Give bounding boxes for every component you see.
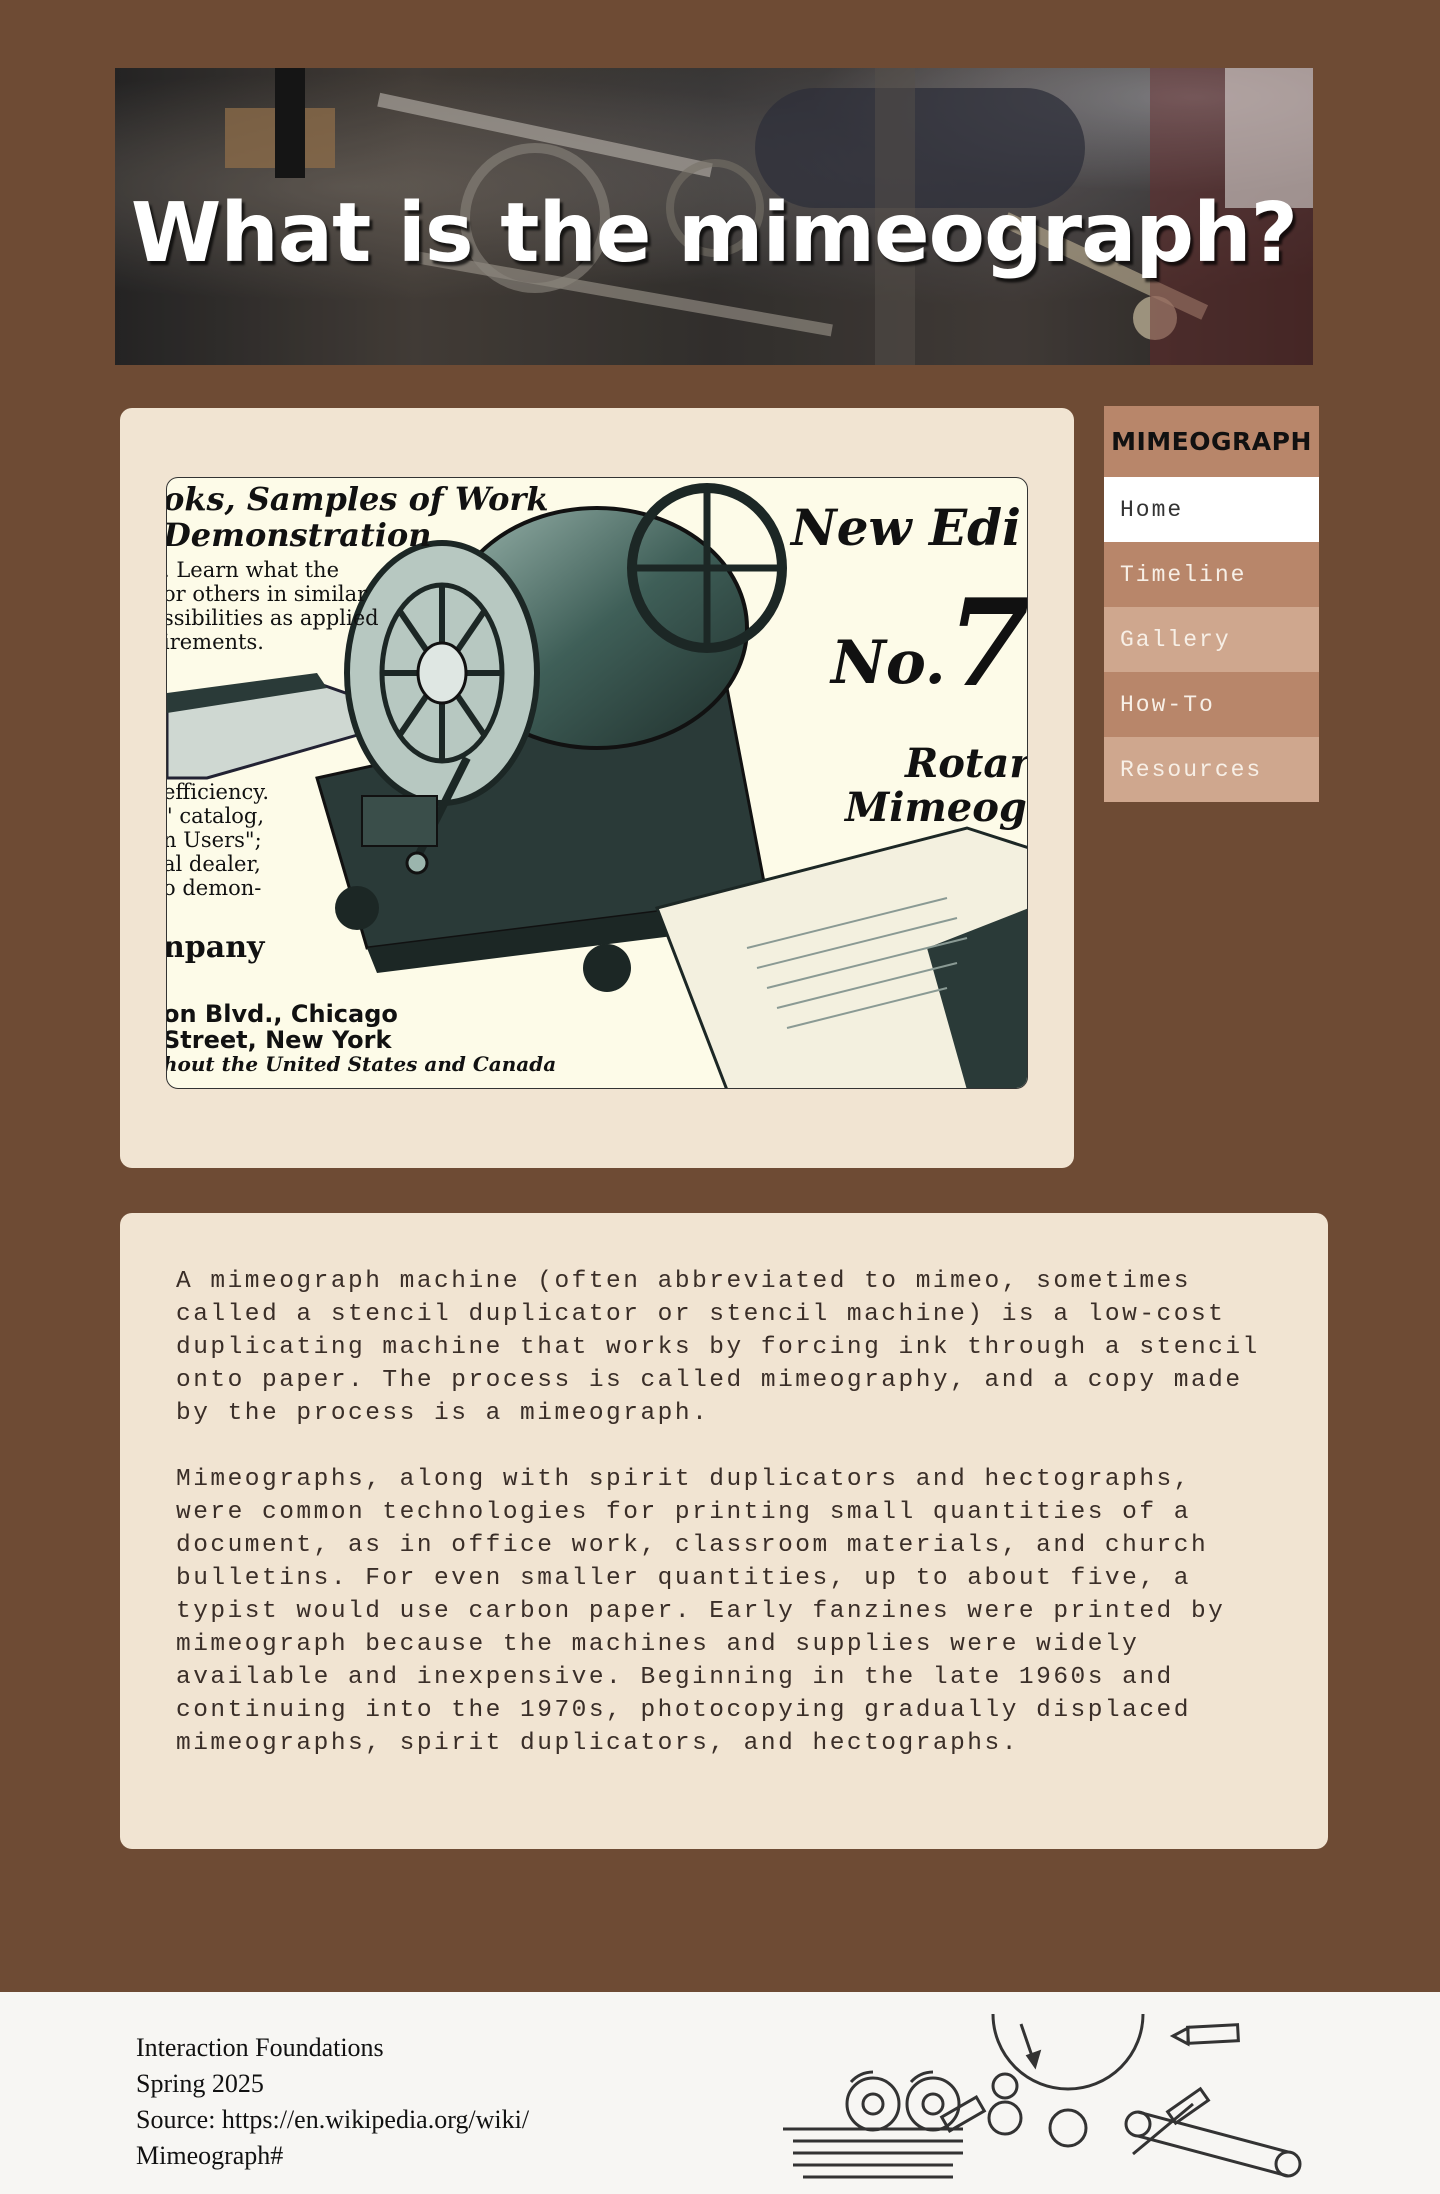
footer-source: Source: https://en.wikipedia.org/wiki/ bbox=[136, 2105, 530, 2134]
mimeograph-process-diagram bbox=[783, 2013, 1302, 2179]
ad-text-line: 7 bbox=[947, 573, 1028, 714]
ad-text-line: Mimeogr bbox=[845, 784, 1028, 831]
footer-term: Spring 2025 bbox=[136, 2069, 264, 2098]
page-title: What is the mimeograph? bbox=[130, 186, 1298, 281]
ad-text-line: hout the United States and Canada bbox=[166, 1052, 557, 1076]
ad-text-line: Rotar bbox=[905, 740, 1028, 787]
paragraph-definition: A mimeograph machine (often abbreviated … bbox=[176, 1268, 1260, 1427]
image-card: oks, Samples of Work Demonstration . Lea… bbox=[120, 408, 1074, 1168]
footer-credits: Interaction Foundations Spring 2025 Sour… bbox=[136, 2030, 606, 2174]
nav-item-resources[interactable]: Resources bbox=[1104, 737, 1319, 802]
footer: Interaction Foundations Spring 2025 Sour… bbox=[0, 1992, 1440, 2194]
ad-text-line: o demon- bbox=[166, 876, 262, 900]
sidebar-nav: MIMEOGRAPH Home Timeline Gallery How-To … bbox=[1104, 406, 1319, 802]
nav-item-home[interactable]: Home bbox=[1104, 477, 1319, 542]
rotary-mimeograph-advertisement-image: oks, Samples of Work Demonstration . Lea… bbox=[166, 477, 1028, 1089]
ad-text-line: n Users"; bbox=[166, 828, 262, 852]
ad-text-line: Demonstration bbox=[166, 516, 432, 554]
nav-item-timeline[interactable]: Timeline bbox=[1104, 542, 1319, 607]
footer-source-cont: Mimeograph# bbox=[136, 2141, 284, 2170]
ad-text-line: on Blvd., Chicago bbox=[166, 1000, 398, 1028]
ad-text-line: or others in similar bbox=[166, 582, 368, 606]
ad-text-line: irements. bbox=[166, 630, 264, 654]
footer-course: Interaction Foundations bbox=[136, 2033, 384, 2062]
ad-text-line: . Learn what the bbox=[166, 558, 340, 582]
paragraph-history: Mimeographs, along with spirit duplicato… bbox=[176, 1466, 1226, 1757]
nav-item-how-to[interactable]: How-To bbox=[1104, 672, 1319, 737]
ad-text-line: " catalog, bbox=[166, 804, 265, 828]
description-card: A mimeograph machine (often abbreviated … bbox=[120, 1213, 1328, 1849]
ad-text-line: ssibilities as applied bbox=[166, 606, 379, 630]
ad-text-line: al dealer, bbox=[166, 852, 261, 876]
ad-text-line: efficiency. bbox=[166, 780, 270, 804]
nav-item-gallery[interactable]: Gallery bbox=[1104, 607, 1319, 672]
ad-text-line: npany bbox=[166, 930, 265, 965]
sidebar-brand-logo[interactable]: MIMEOGRAPH bbox=[1104, 406, 1319, 477]
hero-banner: What is the mimeograph? bbox=[115, 68, 1313, 365]
ad-text-line: New Edi bbox=[791, 498, 1022, 557]
ad-text-line: oks, Samples of Work bbox=[166, 480, 549, 518]
ad-text-line: Street, New York bbox=[166, 1026, 392, 1054]
ad-text-line: No. bbox=[831, 628, 946, 698]
